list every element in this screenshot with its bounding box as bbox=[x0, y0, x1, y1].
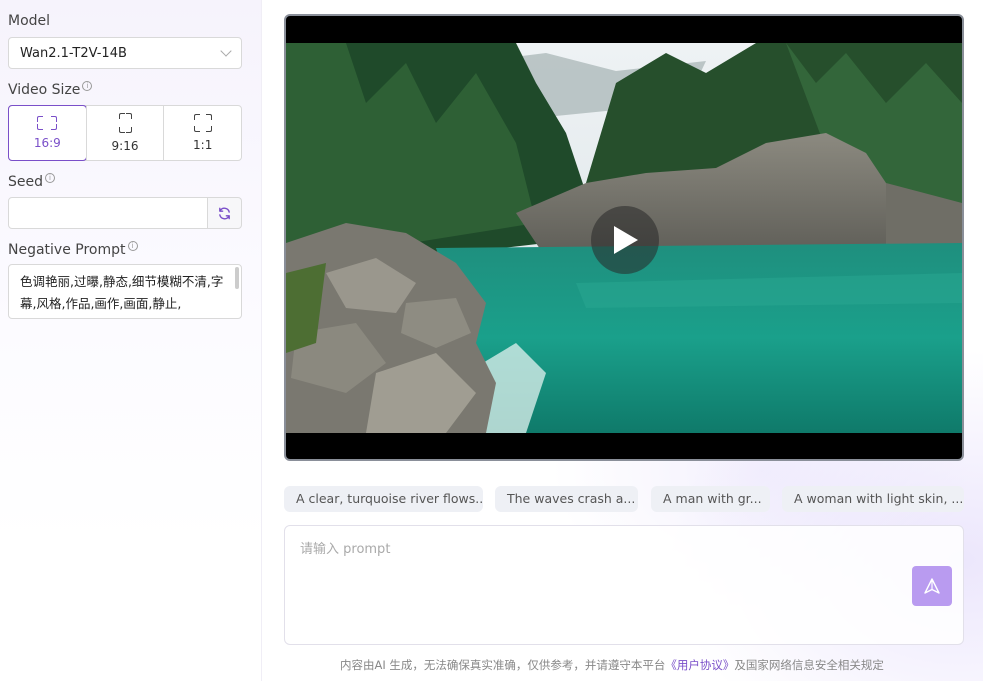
disclaimer-text-suffix: 及国家网络信息安全相关规定 bbox=[734, 658, 884, 672]
portrait-frame-icon bbox=[118, 113, 132, 133]
negative-prompt-text: 色调艳丽,过曝,静态,细节模糊不清,字幕,风格,作品,画作,画面,静止, bbox=[20, 274, 224, 311]
suggestion-chip[interactable]: A clear, turquoise river flows... bbox=[284, 486, 483, 512]
play-icon bbox=[614, 226, 638, 254]
suggestion-chip[interactable]: The waves crash a... bbox=[495, 486, 638, 512]
disclaimer-footer: 内容由AI 生成，无法确保真实准确，仅供参考，并请遵守本平台《用户协议》及国家网… bbox=[340, 657, 884, 673]
randomize-seed-button[interactable] bbox=[208, 197, 242, 229]
video-size-1-1[interactable]: 1:1 bbox=[163, 106, 241, 160]
square-frame-icon bbox=[193, 114, 212, 132]
video-size-label: Video Size i bbox=[8, 81, 93, 98]
suggestion-chip[interactable]: A woman with light skin, ... bbox=[782, 486, 964, 512]
model-select[interactable]: Wan2.1-T2V-14B bbox=[8, 37, 242, 69]
user-agreement-link[interactable]: 《用户协议》 bbox=[665, 658, 734, 672]
suggestion-chip[interactable]: A man with gr... bbox=[651, 486, 770, 512]
play-button[interactable] bbox=[591, 206, 659, 274]
video-size-label: 16:9 bbox=[33, 136, 61, 150]
video-size-selector: 16:9 9:16 1:1 bbox=[8, 105, 242, 161]
settings-panel-background bbox=[0, 0, 262, 681]
refresh-icon bbox=[219, 207, 230, 219]
prompt-input[interactable]: 请输入 prompt bbox=[284, 525, 964, 645]
send-button[interactable] bbox=[912, 566, 952, 606]
negative-prompt-textarea[interactable]: 色调艳丽,过曝,静态,细节模糊不清,字幕,风格,作品,画作,画面,静止, bbox=[8, 264, 242, 319]
seed-label-text: Seed bbox=[8, 174, 43, 190]
info-icon[interactable]: i bbox=[45, 173, 55, 183]
video-player[interactable] bbox=[284, 14, 964, 461]
seed-input[interactable] bbox=[8, 197, 208, 229]
video-size-label-text: Video Size bbox=[8, 82, 81, 98]
prompt-placeholder: 请输入 prompt bbox=[300, 542, 391, 557]
negative-prompt-label-text: Negative Prompt bbox=[8, 242, 126, 258]
model-label: Model bbox=[8, 13, 50, 29]
model-select-value: Wan2.1-T2V-14B bbox=[20, 45, 127, 61]
seed-label: Seed i bbox=[8, 173, 55, 190]
textarea-scrollbar[interactable] bbox=[235, 267, 239, 289]
disclaimer-text: 内容由AI 生成，无法确保真实准确，仅供参考，并请遵守本平台 bbox=[340, 658, 666, 672]
video-size-9-16[interactable]: 9:16 bbox=[85, 106, 164, 160]
chevron-down-icon bbox=[220, 45, 232, 57]
video-size-label: 1:1 bbox=[193, 138, 213, 152]
info-icon[interactable]: i bbox=[127, 241, 138, 251]
video-size-16-9[interactable]: 16:9 bbox=[8, 105, 87, 161]
prompt-suggestions: A clear, turquoise river flows... The wa… bbox=[284, 486, 964, 512]
model-label-text: Model bbox=[8, 13, 51, 29]
send-icon bbox=[924, 578, 940, 594]
negative-prompt-label: Negative Prompt i bbox=[8, 241, 138, 258]
info-icon[interactable]: i bbox=[82, 81, 93, 91]
video-size-label: 9:16 bbox=[111, 139, 139, 153]
landscape-frame-icon bbox=[37, 116, 58, 130]
seed-row bbox=[8, 197, 242, 229]
